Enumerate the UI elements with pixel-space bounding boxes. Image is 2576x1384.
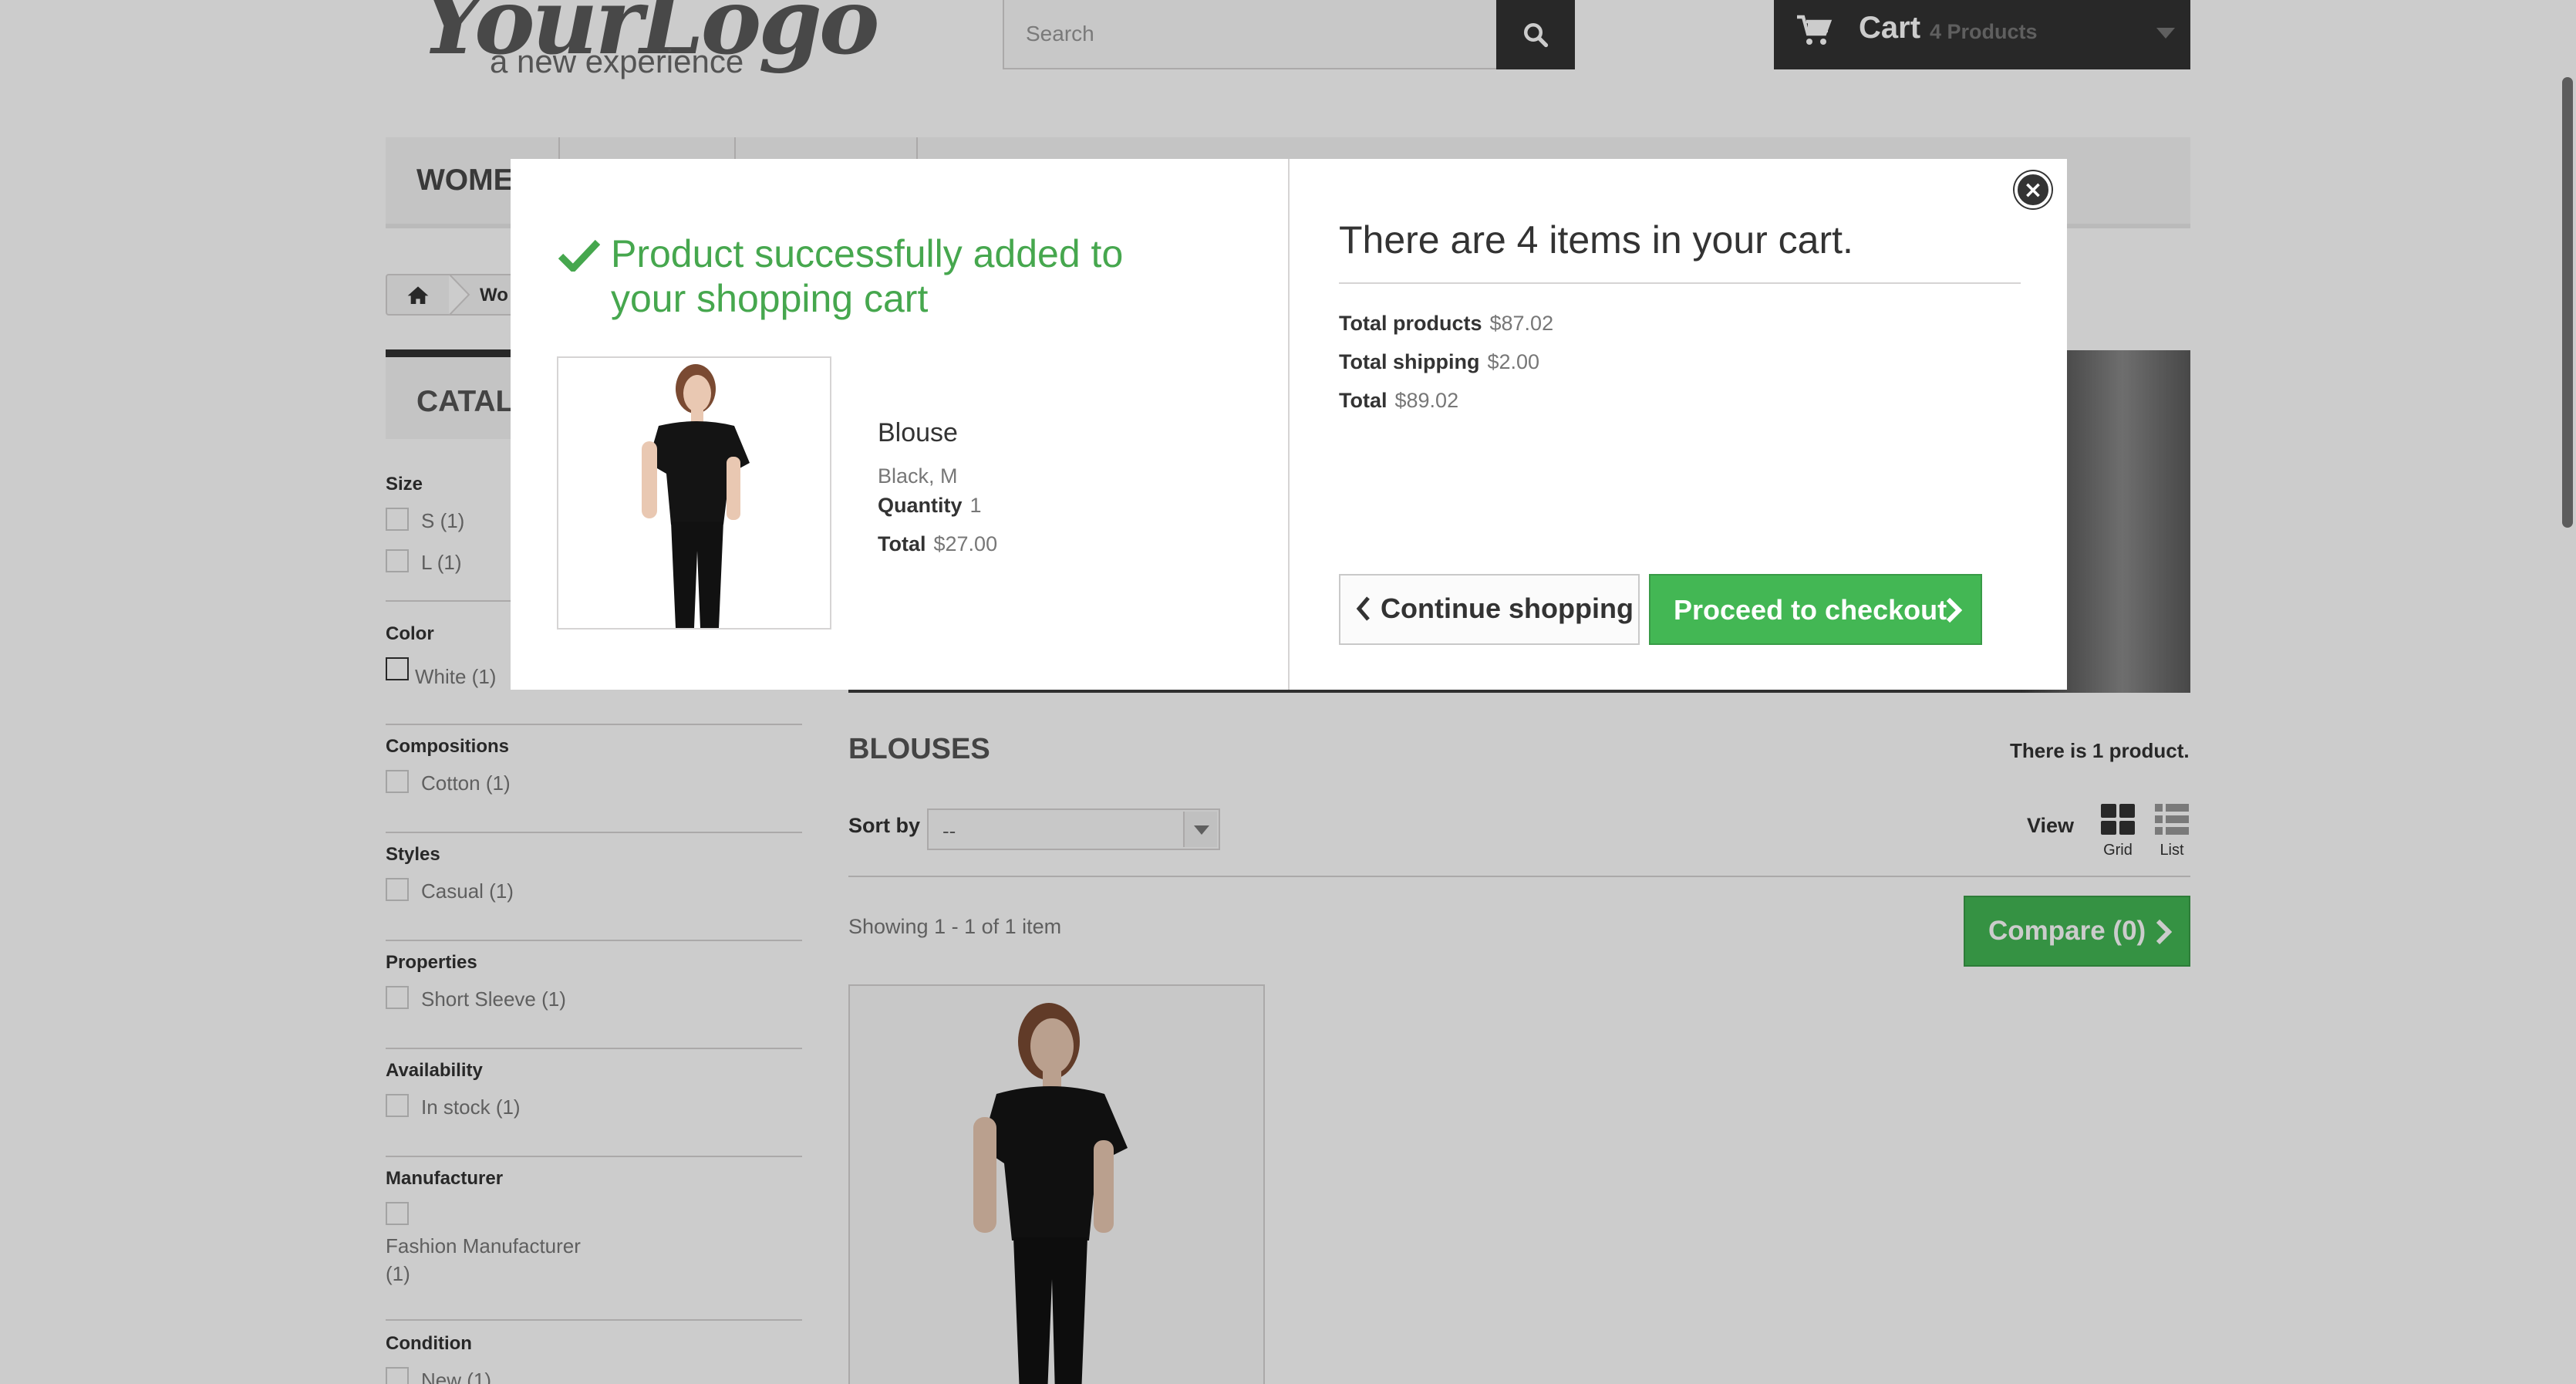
divider [1339,282,2021,284]
total-shipping-value: $2.00 [1487,350,1540,373]
quantity-label: Quantity [878,494,963,517]
total-shipping-label: Total shipping [1339,350,1480,373]
modal-product-name: Blouse [878,418,958,447]
line-total-value: $27.00 [933,532,998,555]
continue-shopping-label: Continue shopping [1381,592,1634,624]
continue-shopping-button[interactable]: Continue shopping [1339,574,1640,645]
checkmark-icon [558,239,600,272]
grand-total-label: Total [1339,389,1387,412]
close-icon[interactable]: × [2015,171,2052,208]
grand-total: Total $89.02 [1339,389,1458,413]
product-thumbnail [558,358,830,628]
cart-items-message: There are 4 items in your cart. [1339,218,1853,262]
modal-cart-panel: There are 4 items in your cart. Total pr… [1291,159,2067,690]
total-products-label: Total products [1339,312,1482,335]
line-total-label: Total [878,532,926,555]
modal-quantity: Quantity 1 [878,494,982,518]
modal-product-panel: Product successfully added to your shopp… [511,159,1290,690]
success-line-1: Product successfully added to [611,232,1124,275]
scrollbar-thumb[interactable] [2562,77,2573,528]
quantity-value: 1 [969,494,982,517]
success-message: Product successfully added to your shopp… [611,231,1166,321]
total-products: Total products $87.02 [1339,312,1553,336]
total-shipping: Total shipping $2.00 [1339,350,1539,374]
chevron-right-icon [1946,597,1962,623]
modal-product-image [557,356,831,630]
modal-product-attributes: Black, M [878,464,958,488]
total-products-value: $87.02 [1489,312,1554,335]
success-line-2: your shopping cart [611,277,929,320]
proceed-to-checkout-label: Proceed to checkout [1674,594,1947,626]
proceed-to-checkout-button[interactable]: Proceed to checkout [1649,574,1982,645]
chevron-left-icon [1356,596,1370,621]
grand-total-value: $89.02 [1394,389,1459,412]
modal-line-total: Total $27.00 [878,532,997,556]
add-to-cart-modal: Product successfully added to your shopp… [511,159,2067,690]
